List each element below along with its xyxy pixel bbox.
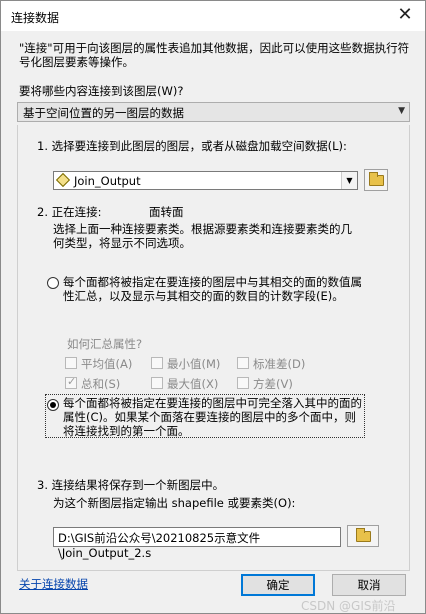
cancel-button[interactable]: 取消 [332, 574, 406, 596]
join-type-dropdown[interactable]: 基于空间位置的另一图层的数据 ▼ [17, 102, 410, 122]
browse-output-button[interactable] [347, 525, 379, 547]
about-joining-link[interactable]: 关于连接数据 [19, 576, 88, 592]
mean-checkbox-label: 平均值(A) [81, 357, 133, 371]
variance-checkbox-label: 方差(V) [253, 377, 293, 391]
browse-layer-button[interactable] [364, 169, 388, 191]
join-type-label: 要将哪些内容连接到该图层(W)? [19, 84, 184, 98]
output-path-field[interactable]: D:\GIS前沿公众号\20210825示意文件\Join_Output_2.s [53, 527, 341, 560]
join-data-dialog: 连接数据 ✕ "连接"可用于向该图层的属性表追加其他数据，因此可以使用这些数据执… [0, 0, 426, 614]
output-sublabel: 为这个新图层指定输出 shapefile 或要素类(O): [53, 496, 296, 510]
join-type-value: 基于空间位置的另一图层的数据 [23, 106, 184, 120]
ok-button[interactable]: 确定 [241, 574, 315, 596]
contained-option-label[interactable]: 每个面都将被指定在要连接的图层中可完全落入其中的面的属性(C)。如果某个面落在要… [63, 396, 363, 438]
sum-checkbox-label: 总和(S) [81, 377, 121, 391]
dialog-description: "连接"可用于向该图层的属性表追加其他数据，因此可以使用这些数据执行符号化图层要… [19, 41, 410, 69]
std-dev-checkbox-label: 标准差(D) [253, 357, 306, 371]
polygon-layer-icon [55, 172, 71, 188]
join-layer-dropdown[interactable]: Join_Output ▼ [53, 171, 358, 190]
close-icon[interactable]: ✕ [395, 5, 415, 25]
summary-heading: 如何汇总属性? [67, 337, 143, 351]
variance-checkbox[interactable] [237, 377, 249, 389]
chevron-down-icon: ▼ [398, 106, 405, 116]
chevron-down-icon[interactable]: ▼ [341, 172, 357, 189]
step2-label: 2. 正在连接: [37, 205, 102, 219]
mean-checkbox[interactable] [65, 357, 77, 369]
max-checkbox-label: 最大值(X) [167, 377, 219, 391]
min-checkbox-label: 最小值(M) [167, 357, 221, 371]
join-layer-value: Join_Output [74, 174, 141, 188]
open-folder-icon [356, 528, 371, 542]
sum-checkbox[interactable] [65, 375, 77, 389]
min-checkbox[interactable] [151, 357, 163, 369]
open-folder-icon [369, 172, 384, 186]
output-path-value: D:\GIS前沿公众号\20210825示意文件\Join_Output_2.s [58, 531, 261, 560]
step3-label: 3. 连接结果将保存到一个新图层中。 [37, 478, 225, 492]
summarize-option-label[interactable]: 每个面都将被指定在要连接的图层中与其相交的面的数值属性汇总，以及显示与其相交的面… [63, 275, 363, 303]
step1-label: 1. 选择要连接到此图层的图层，或者从磁盘加载空间数据(L): [37, 139, 347, 153]
join-geometry-type: 面转面 [149, 205, 184, 219]
join-type-info: 选择上面一种连接要素类。根据源要素类和连接要素类的几何类型，将显示不同选项。 [53, 222, 352, 250]
window-title: 连接数据 [11, 11, 60, 25]
max-checkbox[interactable] [151, 377, 163, 389]
std-dev-checkbox[interactable] [237, 357, 249, 369]
watermark: CSDN @GIS前沿 [301, 599, 396, 613]
title-bar: 连接数据 ✕ [1, 1, 425, 31]
summarize-option-radio[interactable] [47, 277, 59, 289]
